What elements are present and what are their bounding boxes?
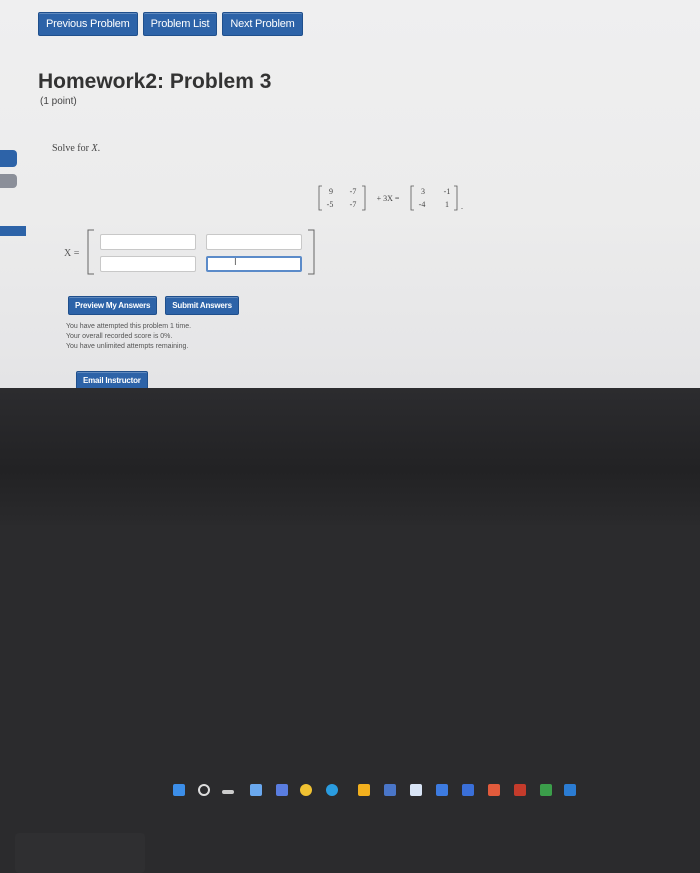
app-icon[interactable] [488,784,500,796]
right-bracket [362,185,366,211]
matrix-b-entry: 3 [421,187,425,196]
answer-cell-2-2[interactable] [206,256,302,272]
matrix-a-entry: -7 [350,187,357,196]
answer-left-bracket [87,229,94,275]
matrix-a-entry: 9 [329,187,333,196]
matrix-b-entry: 1 [445,200,449,209]
page-title: Homework2: Problem 3 [38,70,272,93]
next-problem-button[interactable]: Next Problem [222,12,303,36]
app-icon[interactable] [410,784,422,796]
task-view-icon[interactable] [222,790,234,794]
matrix-equation: 9 -7 -5 -7 + 3X = 3 -1 -4 1 . [318,185,463,211]
matrix-a-entry: -7 [350,200,357,209]
side-tab[interactable] [0,150,17,167]
touchpad-area [15,833,145,873]
answer-right-bracket [308,229,315,275]
problem-prompt: Solve for X. [52,143,101,154]
matrix-a-entry: -5 [327,200,334,209]
answer-label: X = [64,248,80,259]
previous-problem-button[interactable]: Previous Problem [38,12,138,36]
laptop-bezel [0,388,700,873]
folder-icon[interactable] [358,784,370,796]
matrix-b-entry: -1 [444,187,451,196]
answer-cell-2-1[interactable] [100,256,196,272]
chat-icon[interactable] [276,784,288,796]
left-bracket [410,185,414,211]
text-cursor: I [234,257,237,268]
equation-period: . [461,202,463,211]
widgets-icon[interactable] [250,784,262,796]
right-bracket [454,185,458,211]
preview-answers-button[interactable]: Preview My Answers [68,296,158,315]
side-tab[interactable] [0,226,26,236]
equation-coefficient: + 3X = [377,194,400,203]
matrix-b-entry: -4 [419,200,426,209]
points-label: (1 point) [40,96,77,107]
answer-actions: Preview My Answers Submit Answers [68,296,239,315]
status-line: You have unlimited attempts remaining. [66,343,189,350]
chrome-icon[interactable] [300,784,312,796]
app-icon[interactable] [436,784,448,796]
app-icon[interactable] [514,784,526,796]
status-line: You have attempted this problem 1 time. [66,323,192,330]
attempt-status: You have attempted this problem 1 time. … [66,322,191,352]
edge-icon[interactable] [326,784,338,796]
email-instructor-button[interactable]: Email Instructor [76,371,148,388]
answer-cell-1-1[interactable] [100,234,196,250]
store-icon[interactable] [384,784,396,796]
answer-cell-1-2[interactable] [206,234,302,250]
submit-answers-button[interactable]: Submit Answers [165,296,239,315]
left-bracket [318,185,322,211]
app-icon[interactable] [540,784,552,796]
app-icon[interactable] [462,784,474,796]
side-tab[interactable] [0,174,17,188]
taskbar [160,780,600,804]
problem-nav: Previous Problem Problem List Next Probl… [38,12,303,36]
problem-list-button[interactable]: Problem List [142,12,218,36]
browser-screen: Previous Problem Problem List Next Probl… [0,0,700,388]
search-icon[interactable] [198,784,210,796]
app-icon[interactable] [564,784,576,796]
status-line: Your overall recorded score is 0%. [66,333,173,340]
start-icon[interactable] [173,784,185,796]
